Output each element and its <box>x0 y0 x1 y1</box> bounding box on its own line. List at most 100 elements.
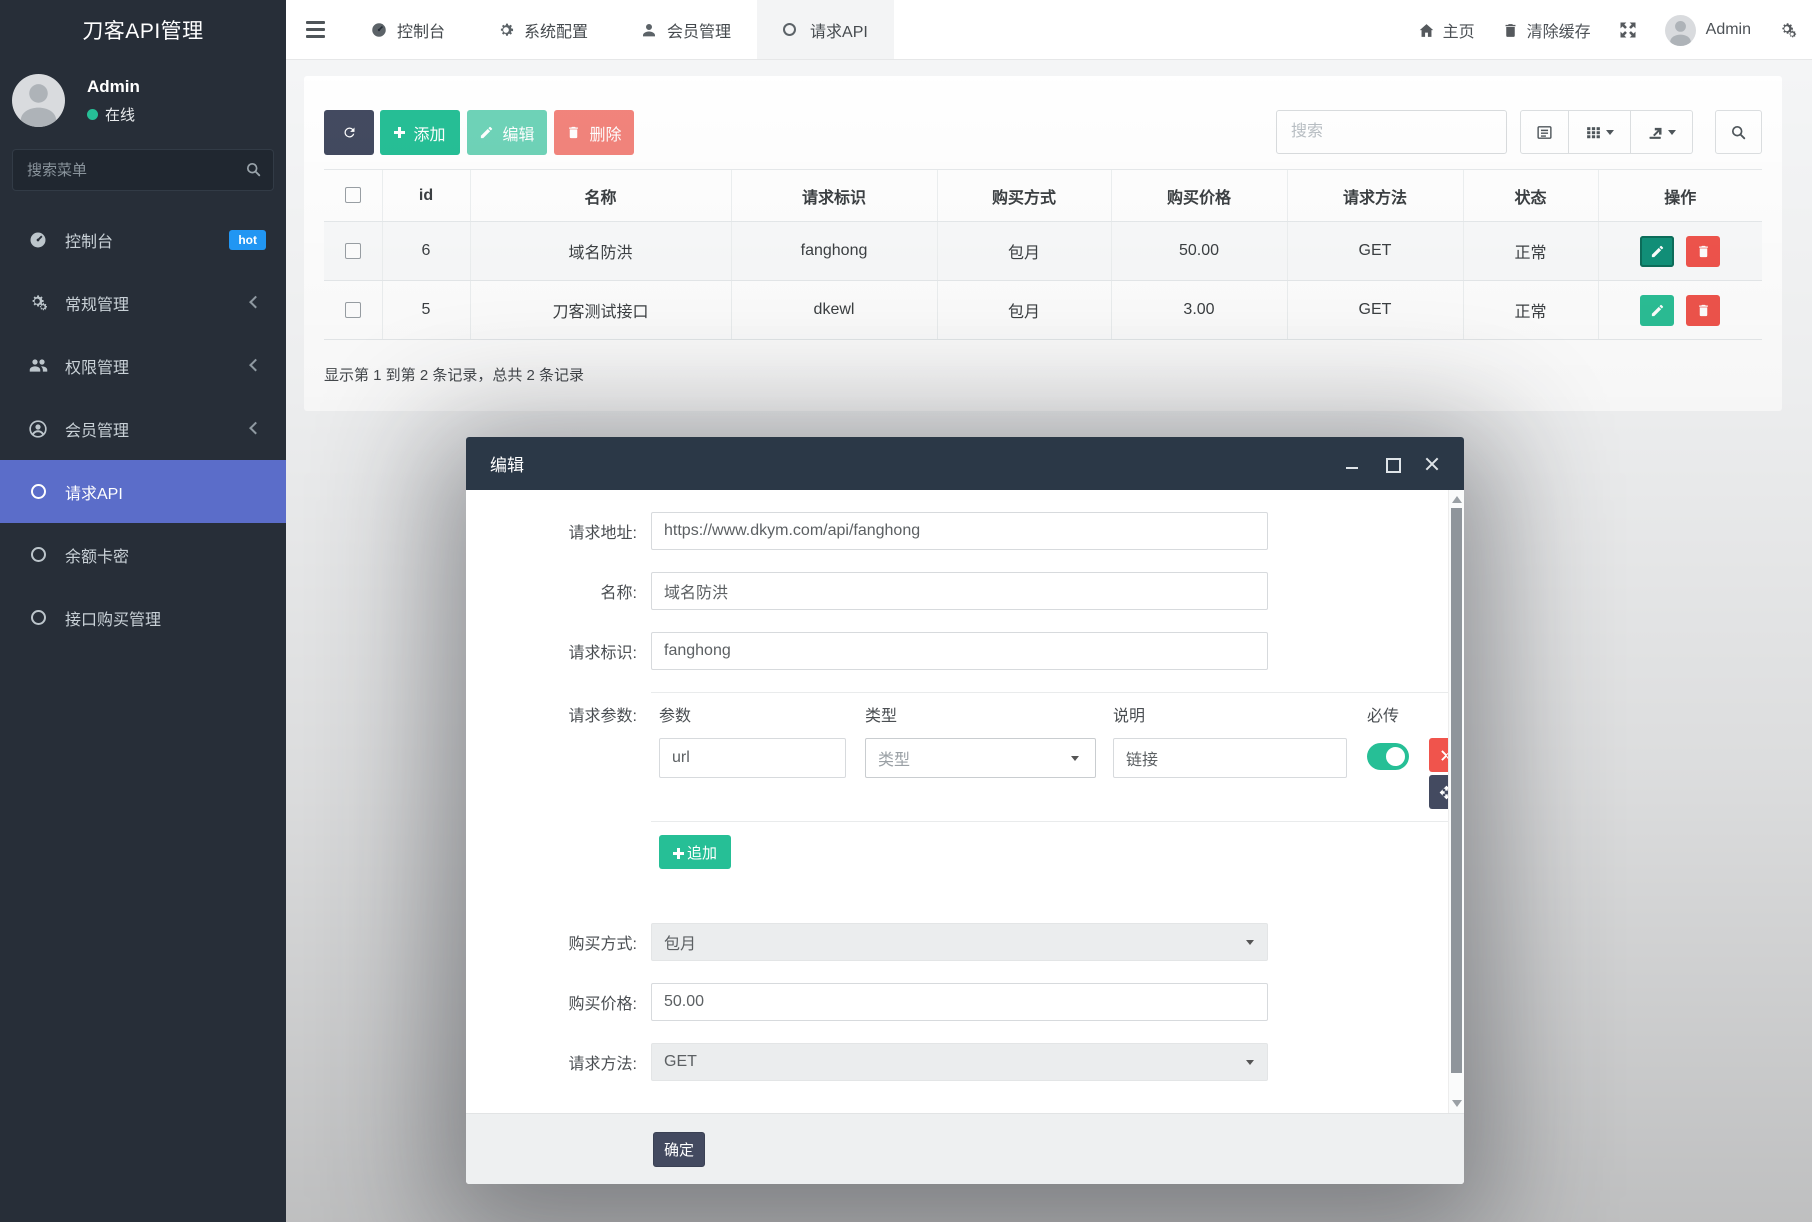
required-col-header: 必传 <box>1367 702 1399 726</box>
sidebar-item-api-purchase[interactable]: 接口购买管理 <box>0 586 286 649</box>
list-alt-icon <box>1536 124 1553 141</box>
col-header-buy-type: 购买方式 <box>937 170 1111 222</box>
tab-system-config[interactable]: 系统配置 <box>471 0 614 59</box>
dialog-title: 编辑 <box>490 451 524 476</box>
scroll-down-icon[interactable] <box>1452 1100 1462 1107</box>
sidebar-item-label: 常规管理 <box>65 291 129 315</box>
table-row: 5 刀客测试接口 dkewl 包月 3.00 GET 正常 <box>324 281 1762 340</box>
sidebar-item-label: 会员管理 <box>65 417 129 441</box>
trash-icon <box>1502 22 1519 39</box>
cell-id: 6 <box>382 222 470 281</box>
toggle-knob <box>1384 745 1407 768</box>
table-search <box>1276 110 1507 154</box>
sidebar-item-balance-cards[interactable]: 余额卡密 <box>0 523 286 586</box>
confirm-button[interactable]: 确定 <box>653 1132 705 1167</box>
circle-o-icon <box>26 544 50 566</box>
form-row-price: 购买价格: <box>466 983 1434 1021</box>
columns-dropdown-button[interactable] <box>1569 110 1631 154</box>
cell-identifier: dkewl <box>731 281 937 340</box>
close-icon[interactable] <box>1424 456 1440 472</box>
field-label: 请求参数: <box>466 692 651 726</box>
hot-badge: hot <box>229 230 266 250</box>
params-header-row: 参数 类型 说明 必传 <box>651 702 1451 726</box>
maximize-icon[interactable] <box>1384 456 1400 472</box>
dialog-header[interactable]: 编辑 <box>466 437 1464 490</box>
field-label: 请求方法: <box>466 1050 651 1074</box>
avatar <box>1665 15 1696 46</box>
method-select[interactable]: GET <box>651 1043 1268 1081</box>
search-icon[interactable] <box>245 161 262 178</box>
home-link[interactable]: 主页 <box>1418 18 1475 42</box>
request-url-input[interactable] <box>651 512 1268 550</box>
param-name-input[interactable] <box>659 738 846 778</box>
dialog-scrollbar[interactable] <box>1448 490 1464 1113</box>
divider <box>651 821 1451 822</box>
tab-request-api[interactable]: 请求API <box>757 0 894 59</box>
sidebar-item-dashboard[interactable]: 控制台 hot <box>0 208 286 271</box>
params-editor: 参数 类型 说明 必传 类型 <box>651 692 1451 822</box>
name-input[interactable] <box>651 572 1268 610</box>
param-desc-input[interactable] <box>1113 738 1347 778</box>
nav-user-name: Admin <box>1706 21 1751 39</box>
edit-button[interactable]: 编辑 <box>467 110 547 155</box>
sidebar-item-request-api[interactable]: 请求API <box>0 460 286 523</box>
delete-label: 删除 <box>589 121 621 145</box>
sidebar-search-input[interactable] <box>12 149 274 191</box>
tab-dashboard[interactable]: 控制台 <box>344 0 471 59</box>
search-toggle-button[interactable] <box>1715 110 1762 154</box>
add-button[interactable]: 添加 <box>380 110 460 155</box>
buy-type-select[interactable]: 包月 <box>651 923 1268 961</box>
edit-dialog: 编辑 请求地址: 名称: 请求标识: 请求参数: 参数 类型 <box>466 437 1464 1184</box>
delete-button[interactable]: 删除 <box>554 110 634 155</box>
user-panel: Admin 在线 <box>0 60 286 145</box>
scrollbar-thumb[interactable] <box>1451 508 1462 1073</box>
search-icon <box>1730 124 1747 141</box>
row-checkbox[interactable] <box>345 302 361 318</box>
nav-user-menu[interactable]: Admin <box>1665 15 1751 46</box>
sidebar-menu: 控制台 hot 常规管理 权限管理 会员管理 请求API 余额卡密 接 <box>0 208 286 649</box>
append-param-button[interactable]: 追加 <box>659 835 731 869</box>
form-row-identifier: 请求标识: <box>466 632 1434 670</box>
gear-icon <box>497 21 515 39</box>
cell-status: 正常 <box>1463 222 1598 281</box>
cell-price: 50.00 <box>1111 222 1287 281</box>
col-header-status: 状态 <box>1463 170 1598 222</box>
plus-icon <box>394 127 405 138</box>
cell-name: 刀客测试接口 <box>470 281 731 340</box>
users-icon <box>26 355 50 377</box>
row-edit-button[interactable] <box>1640 236 1674 267</box>
sidebar-item-members[interactable]: 会员管理 <box>0 397 286 460</box>
pencil-icon <box>479 125 494 140</box>
tab-members[interactable]: 会员管理 <box>614 0 757 59</box>
table-search-input[interactable] <box>1276 110 1507 154</box>
row-edit-button[interactable] <box>1640 295 1674 326</box>
param-type-select[interactable]: 类型 <box>865 738 1096 778</box>
row-delete-button[interactable] <box>1686 295 1720 326</box>
tab-label: 会员管理 <box>667 18 731 42</box>
row-delete-button[interactable] <box>1686 236 1720 267</box>
refresh-button[interactable] <box>324 110 374 155</box>
row-checkbox[interactable] <box>345 243 361 259</box>
clear-cache-link[interactable]: 清除缓存 <box>1502 18 1591 42</box>
grid-icon <box>1585 124 1602 141</box>
home-icon <box>1418 22 1435 39</box>
sidebar-item-general[interactable]: 常规管理 <box>0 271 286 334</box>
plus-icon <box>673 848 682 857</box>
select-all-checkbox[interactable] <box>345 187 361 203</box>
hamburger-menu-icon[interactable] <box>286 0 344 59</box>
toggle-pagination-button[interactable] <box>1520 110 1569 154</box>
scroll-up-icon[interactable] <box>1452 496 1462 503</box>
export-dropdown-button[interactable] <box>1631 110 1693 154</box>
cell-id: 5 <box>382 281 470 340</box>
identifier-input[interactable] <box>651 632 1268 670</box>
param-row: 类型 <box>651 738 1451 810</box>
required-toggle[interactable] <box>1367 743 1409 770</box>
trash-icon <box>1696 303 1711 318</box>
settings-gears-icon[interactable] <box>1778 20 1798 40</box>
form-row-method: 请求方法: GET <box>466 1043 1434 1081</box>
price-input[interactable] <box>651 983 1268 1021</box>
sidebar-item-permissions[interactable]: 权限管理 <box>0 334 286 397</box>
cell-buy-type: 包月 <box>937 281 1111 340</box>
fullscreen-icon[interactable] <box>1618 20 1638 40</box>
minimize-icon[interactable] <box>1344 456 1360 472</box>
